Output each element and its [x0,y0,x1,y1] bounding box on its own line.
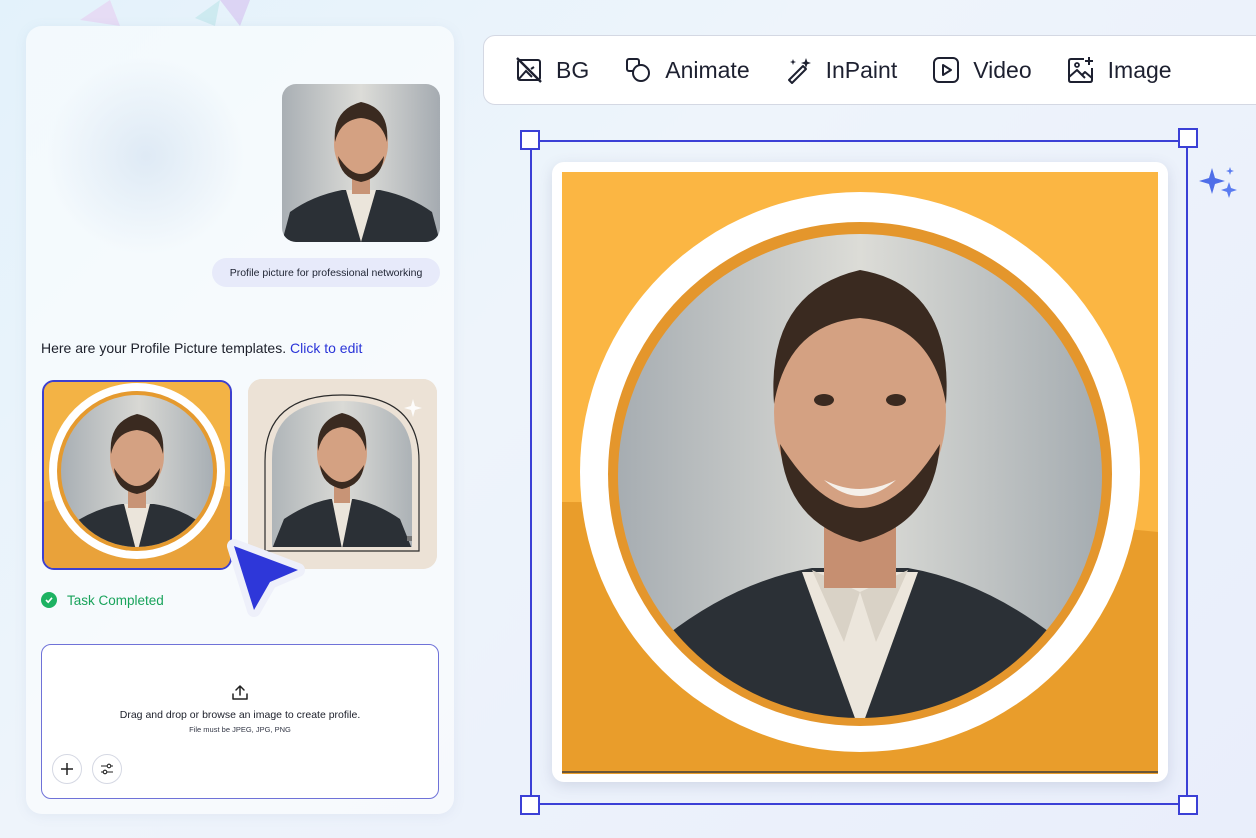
task-status: Task Completed [41,592,164,608]
resize-handle-bottom-left[interactable] [520,795,540,815]
tool-animate[interactable]: Animate [623,55,750,85]
upload-dropzone[interactable]: Drag and drop or browse an image to crea… [41,644,439,799]
profile-picture-preview [562,172,1158,774]
tool-video[interactable]: Video [931,55,1032,85]
ai-message: Here are your Profile Picture templates.… [41,340,362,356]
resize-handle-top-right[interactable] [1178,128,1198,148]
tool-animate-label: Animate [665,56,750,83]
tool-image-label: Image [1107,56,1172,83]
bg-remove-icon [516,57,542,83]
magic-wand-icon [787,58,811,84]
ai-sparkle-icon [1199,167,1237,198]
upload-sub-text: File must be JPEG, JPG, PNG [189,725,291,734]
upload-icon [232,685,248,700]
uploaded-photo[interactable] [282,84,440,242]
tool-image[interactable]: Image [1066,55,1172,85]
click-to-edit-link[interactable]: Click to edit [290,340,362,356]
sliders-icon [101,763,113,775]
tool-bg-label: BG [556,56,590,83]
template-circle[interactable] [42,380,232,570]
animate-icon [626,58,651,82]
decorative-shapes [80,0,250,26]
chat-panel: Profile picture for professional network… [26,26,454,814]
resize-handle-bottom-right[interactable] [1178,795,1198,815]
upload-main-text: Drag and drop or browse an image to crea… [119,709,361,721]
background-blur [46,56,246,256]
resize-handle-top-left[interactable] [520,130,540,150]
video-play-icon [933,57,960,83]
task-status-text: Task Completed [67,592,164,608]
user-message-bubble: Profile picture for professional network… [212,258,440,287]
settings-button[interactable] [92,754,122,784]
tool-bg[interactable]: BG [514,55,589,85]
editor-toolbar: BG Animate InPaint Video Image [483,35,1256,105]
cursor-pointer-icon [227,539,305,617]
plus-icon [61,763,73,775]
tool-video-label: Video [973,56,1032,83]
tool-inpaint[interactable]: InPaint [784,55,898,85]
ai-message-text: Here are your Profile Picture templates. [41,340,287,356]
canvas-card[interactable] [552,162,1168,782]
check-circle-icon [41,592,57,608]
image-add-icon [1067,57,1093,83]
tool-inpaint-label: InPaint [825,56,898,83]
add-button[interactable] [52,754,82,784]
